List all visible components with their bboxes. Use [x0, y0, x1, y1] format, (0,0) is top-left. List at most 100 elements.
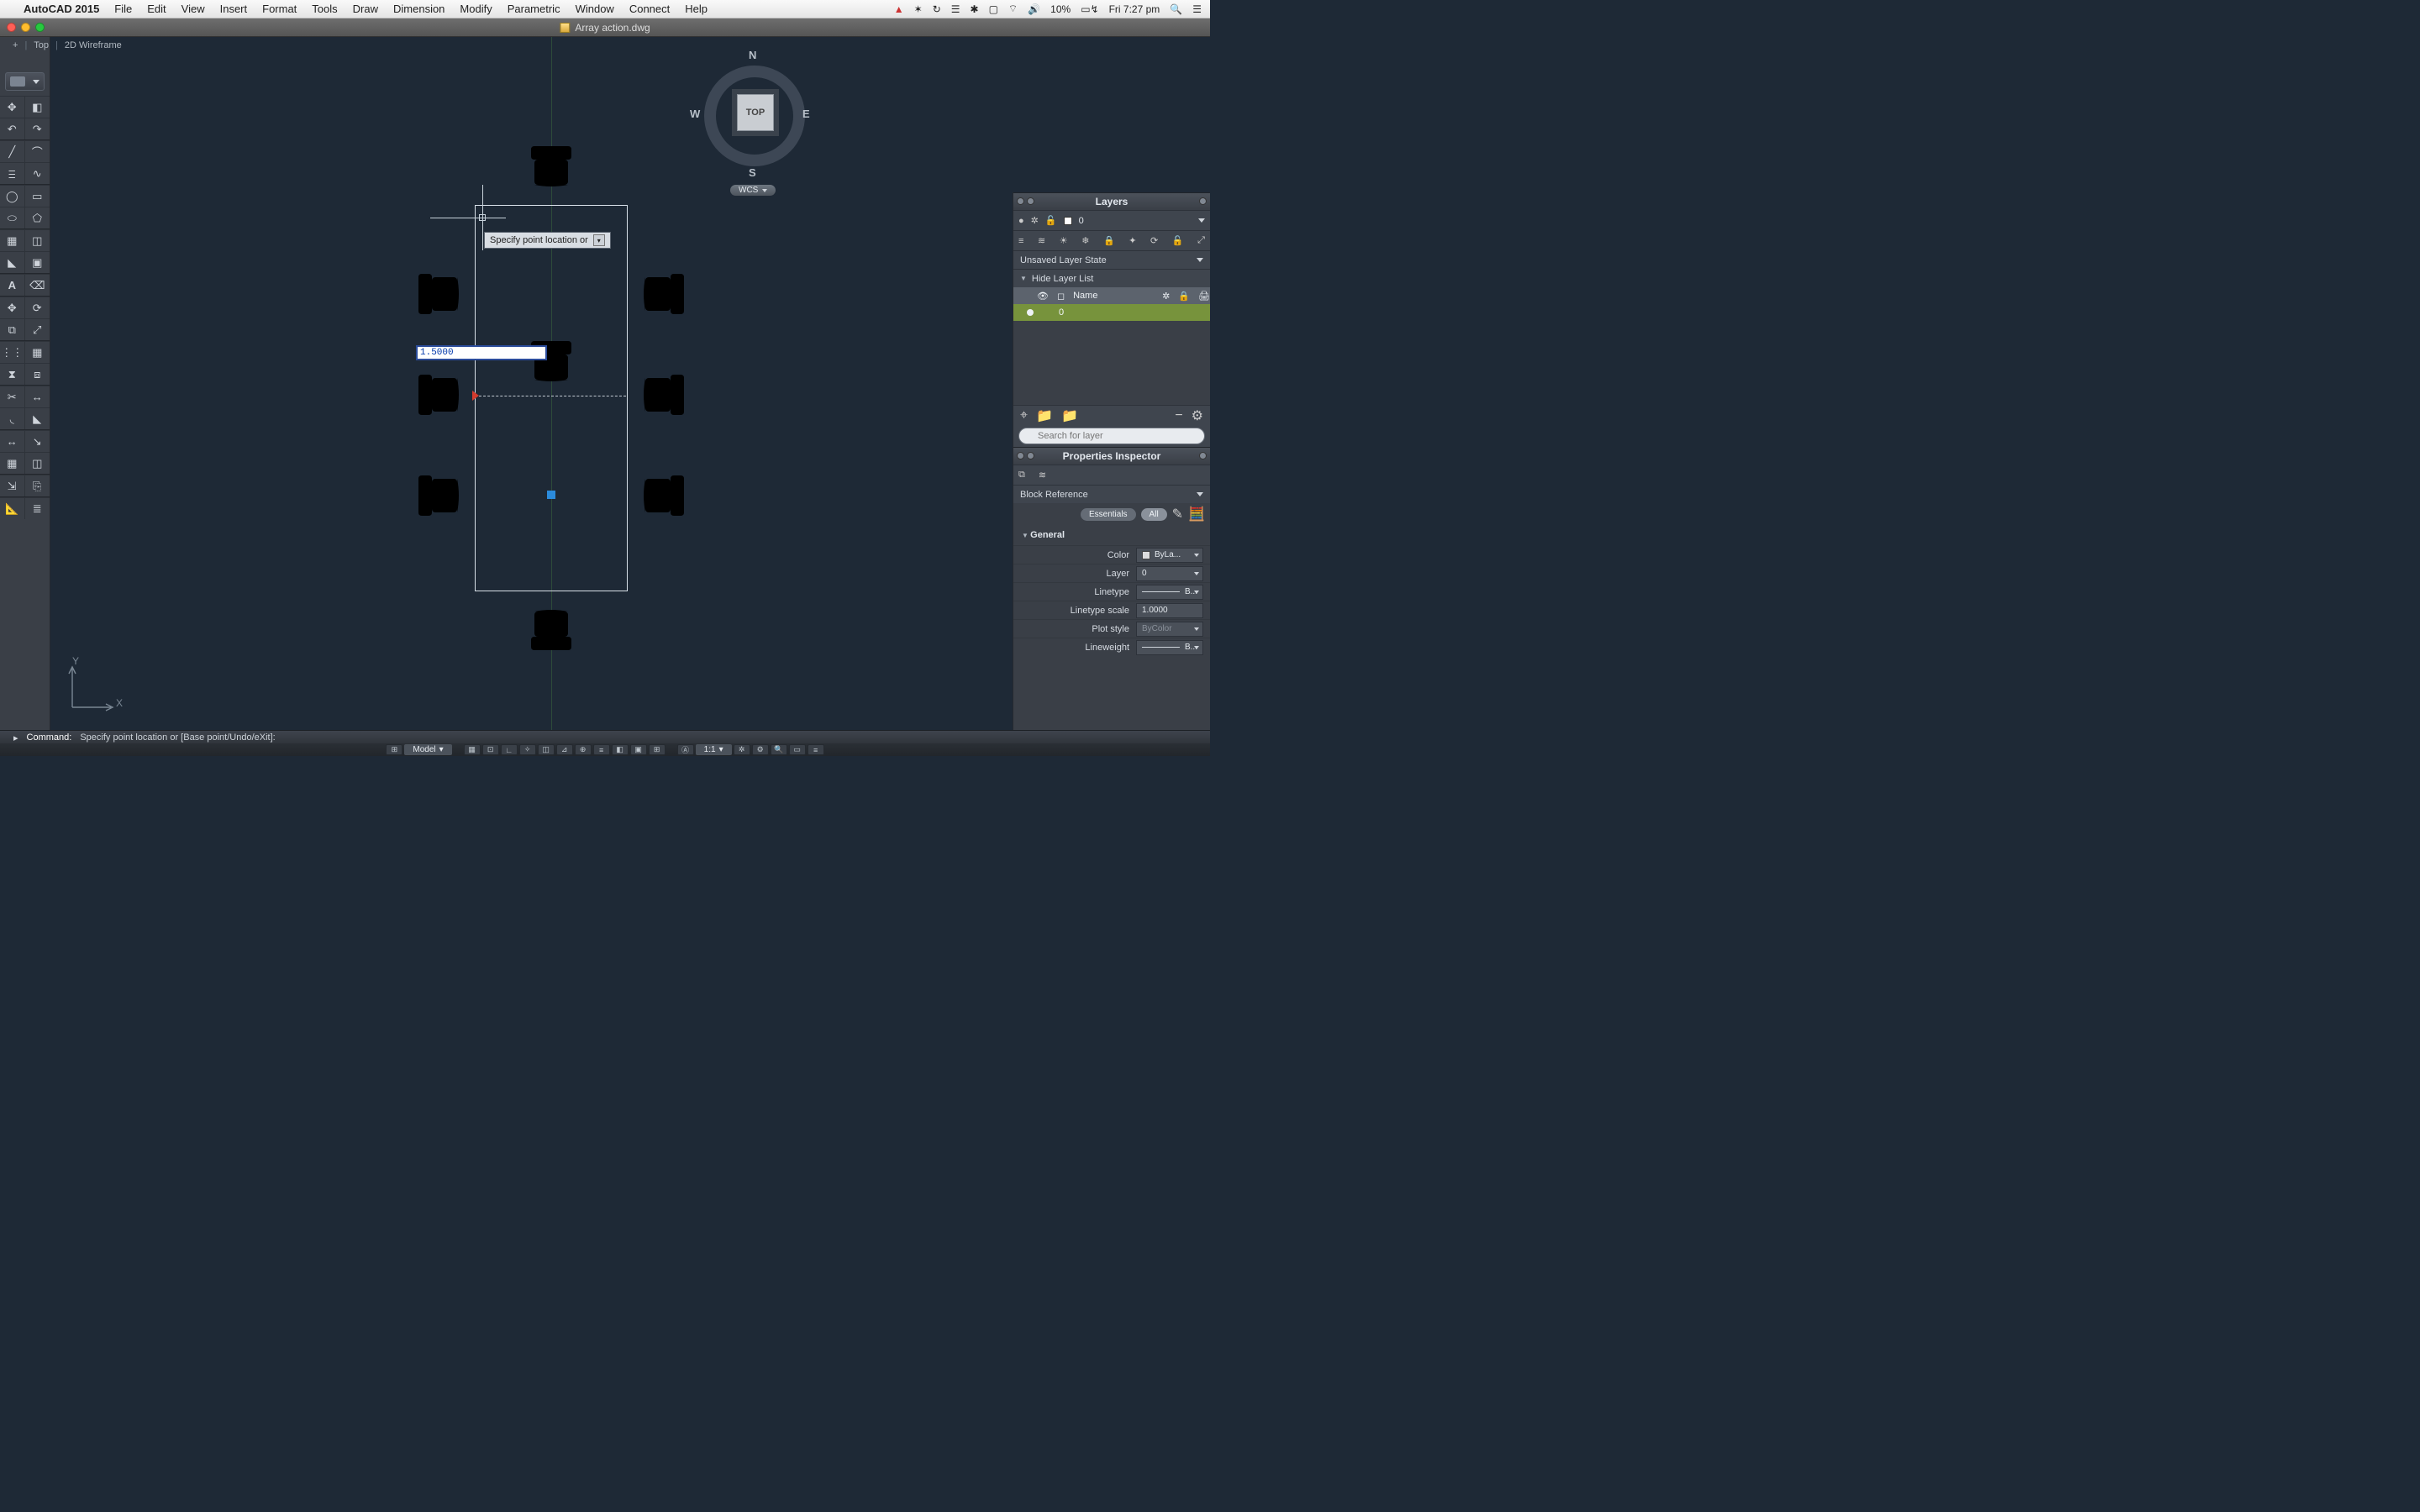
- filter-icon[interactable]: ⌖: [1020, 408, 1028, 423]
- chevron-down-icon[interactable]: [1198, 218, 1205, 223]
- tool-erase-icon[interactable]: ⌫: [25, 275, 50, 296]
- alert-icon[interactable]: ▲: [894, 3, 904, 15]
- model-tab[interactable]: Model ▾: [404, 744, 451, 755]
- qp-icon[interactable]: ▣: [630, 744, 647, 755]
- compass-e[interactable]: E: [802, 108, 810, 120]
- layer-on-icon[interactable]: [1027, 309, 1034, 316]
- viewport-label[interactable]: +| Top| 2D Wireframe: [13, 40, 122, 50]
- menu-modify[interactable]: Modify: [460, 3, 492, 15]
- wcs-badge[interactable]: WCS: [730, 185, 776, 196]
- tool-boundary-icon[interactable]: ▣: [25, 252, 50, 273]
- layer-state-dropdown[interactable]: Unsaved Layer State: [1013, 250, 1210, 269]
- name-col[interactable]: Name: [1073, 291, 1154, 301]
- current-layer-row[interactable]: ● ✲ 🔓 0: [1013, 210, 1210, 230]
- menu-dimension[interactable]: Dimension: [393, 3, 445, 15]
- tool-dim-icon[interactable]: ↔: [0, 431, 25, 452]
- menu-edit[interactable]: Edit: [147, 3, 166, 15]
- viewcube-face[interactable]: TOP: [737, 94, 774, 131]
- menu-tools[interactable]: Tools: [312, 3, 337, 15]
- tool-polygon-icon[interactable]: ⬠: [25, 207, 50, 228]
- layer-tool-icon[interactable]: ✦: [1128, 235, 1136, 246]
- prop-layer-value[interactable]: 0: [1136, 566, 1203, 581]
- tool-scale-icon[interactable]: ⤢: [25, 319, 50, 340]
- tool-move2-icon[interactable]: ✥: [0, 297, 25, 318]
- layout-grid-icon[interactable]: ⊞: [386, 744, 402, 755]
- menu-connect[interactable]: Connect: [629, 3, 670, 15]
- tool-move-icon[interactable]: ✥: [0, 97, 25, 118]
- battery-icon[interactable]: ▭↯: [1081, 3, 1098, 15]
- volume-icon[interactable]: 🔊: [1028, 3, 1040, 15]
- menu-window[interactable]: Window: [576, 3, 614, 15]
- evernote-icon[interactable]: ✶: [914, 3, 923, 15]
- tool-block-icon[interactable]: ◫: [25, 453, 50, 474]
- tool-mirror-icon[interactable]: ⧗: [0, 364, 25, 385]
- dyn-icon[interactable]: ⊕: [575, 744, 592, 755]
- tool-text-icon[interactable]: A: [0, 275, 25, 296]
- menu-help[interactable]: Help: [685, 3, 708, 15]
- app-name[interactable]: AutoCAD 2015: [24, 3, 99, 15]
- tool-ellipse-icon[interactable]: ⬭: [0, 207, 25, 228]
- chevron-down-icon[interactable]: ▾: [593, 234, 605, 246]
- vp-add-icon[interactable]: +: [13, 40, 18, 50]
- layers-props-icon[interactable]: ≋: [1039, 470, 1046, 480]
- bluetooth-icon[interactable]: ✱: [971, 3, 979, 15]
- tool-props-icon[interactable]: ≣: [25, 498, 50, 519]
- layer-tool-icon[interactable]: ❄: [1081, 235, 1089, 246]
- osnap-icon[interactable]: ◫: [538, 744, 555, 755]
- compass-w[interactable]: W: [690, 108, 700, 120]
- vp-style[interactable]: 2D Wireframe: [65, 40, 122, 50]
- minimize-icon[interactable]: [21, 23, 30, 32]
- annoscale-icon[interactable]: Ⓐ: [677, 744, 694, 755]
- dynamic-input[interactable]: [416, 345, 547, 360]
- tool-copy-icon[interactable]: ⧉: [0, 319, 25, 340]
- menu-parametric[interactable]: Parametric: [508, 3, 560, 15]
- section-general[interactable]: General: [1013, 525, 1210, 545]
- tray-more-icon[interactable]: ≡: [808, 744, 824, 755]
- ortho-icon[interactable]: ∟: [501, 744, 518, 755]
- notification-icon[interactable]: ☰: [951, 3, 960, 15]
- layer-lock-icon[interactable]: 🔓: [1045, 215, 1057, 226]
- tool-leader-icon[interactable]: ↘: [25, 431, 50, 452]
- tool-xref-icon[interactable]: ⎘: [25, 475, 50, 496]
- command-text[interactable]: Specify point location or [Base point/Un…: [80, 732, 433, 743]
- spotlight-icon[interactable]: 🔍: [1170, 3, 1182, 15]
- layer-tool-icon[interactable]: ☀: [1060, 235, 1068, 246]
- grid-icon[interactable]: ▦: [464, 744, 481, 755]
- drawing-canvas[interactable]: Specify point location or ▾ Y X TOP N S …: [50, 37, 1013, 731]
- annovis-icon[interactable]: ✲: [734, 744, 750, 755]
- viewcube[interactable]: TOP N S W E WCS: [675, 42, 818, 185]
- layer-tool-icon[interactable]: 🔓: [1172, 235, 1184, 246]
- tool-arc-icon[interactable]: ⌒: [25, 141, 50, 162]
- otrack-icon[interactable]: ⊿: [556, 744, 573, 755]
- snap-icon[interactable]: ⊡: [482, 744, 499, 755]
- layer-color-swatch-icon[interactable]: [1064, 217, 1072, 225]
- clock[interactable]: Fri 7:27 pm: [1109, 3, 1160, 15]
- folder-icon[interactable]: 📁: [1061, 407, 1078, 424]
- zoom-icon[interactable]: [35, 23, 45, 32]
- visual-style-button[interactable]: [5, 72, 45, 91]
- layer-search-input[interactable]: [1018, 428, 1205, 444]
- compass-s[interactable]: S: [749, 166, 756, 179]
- tool-grid-icon[interactable]: ▦: [25, 342, 50, 363]
- airplay-icon[interactable]: ▢: [989, 3, 998, 15]
- tool-spline-icon[interactable]: ∿: [25, 163, 50, 184]
- tab-essentials[interactable]: Essentials: [1081, 508, 1136, 521]
- layer-tool-icon[interactable]: ≋: [1038, 235, 1045, 246]
- tool-circle-icon[interactable]: ◯: [0, 186, 25, 207]
- tool-offset-icon[interactable]: ⧈: [25, 364, 50, 385]
- menu-extra-icon[interactable]: ☰: [1192, 3, 1202, 15]
- layer-freeze-icon[interactable]: ✲: [1031, 215, 1039, 226]
- selection-grip-icon[interactable]: [547, 491, 555, 499]
- quickcalc-icon[interactable]: 🧮: [1188, 506, 1205, 522]
- tool-array-icon[interactable]: ⋮⋮: [0, 342, 25, 363]
- vp-view[interactable]: Top: [34, 40, 49, 50]
- lwt-icon[interactable]: ≡: [593, 744, 610, 755]
- transparency-icon[interactable]: ◧: [612, 744, 629, 755]
- layer-tool-icon[interactable]: 🔒: [1103, 235, 1115, 246]
- minus-icon[interactable]: −: [1175, 408, 1182, 423]
- tool-redo-icon[interactable]: ↷: [25, 118, 50, 139]
- layer-tool-icon[interactable]: ≡: [1018, 236, 1023, 246]
- tool-layer-icon[interactable]: ◧: [25, 97, 50, 118]
- prop-ltscale-value[interactable]: 1.0000: [1136, 603, 1203, 618]
- folder-icon[interactable]: 📁: [1036, 407, 1053, 424]
